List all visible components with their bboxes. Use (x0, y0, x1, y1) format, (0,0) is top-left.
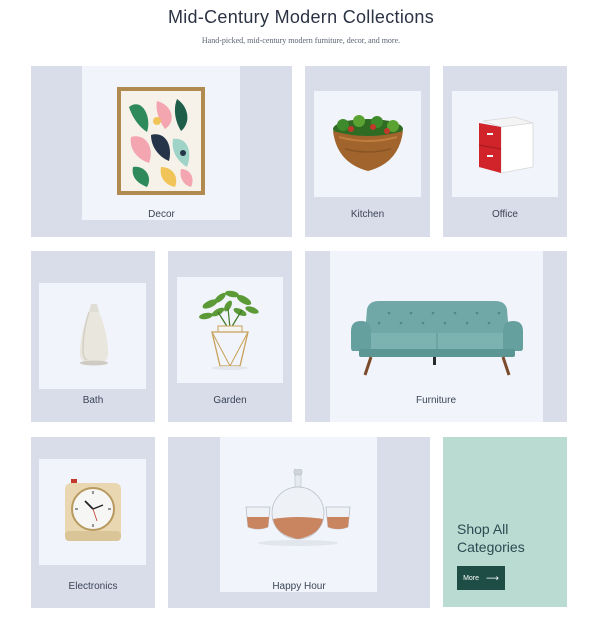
category-tile-office[interactable]: Office (443, 66, 567, 237)
framed-art-image (117, 87, 205, 195)
diffuser-image (79, 304, 109, 366)
category-label-kitchen: Kitchen (350, 209, 385, 220)
category-label-decor: Decor (148, 209, 175, 220)
more-button[interactable]: More ⟶ (457, 566, 505, 590)
category-tile-kitchen[interactable]: Kitchen (305, 66, 430, 237)
salad-bowl-image (333, 115, 403, 171)
arrow-right-icon: ⟶ (486, 572, 499, 583)
category-label-office: Office (492, 209, 518, 220)
page-subtitle: Hand-picked, mid-century modern furnitur… (201, 36, 401, 45)
category-label-happy-hour: Happy Hour (272, 581, 326, 592)
category-tile-electronics[interactable]: Electronics (31, 437, 155, 608)
potted-plant-image (199, 290, 259, 370)
category-label-furniture: Furniture (415, 395, 456, 406)
category-tile-decor[interactable]: Decor (31, 66, 292, 237)
category-tile-furniture[interactable]: Furniture (305, 251, 567, 422)
category-tile-garden[interactable]: Garden (168, 251, 292, 422)
category-label-garden: Garden (213, 395, 247, 406)
category-tile-bath[interactable]: Bath (31, 251, 155, 422)
shop-all-categories-tile[interactable]: Shop All Categories More ⟶ (443, 437, 567, 607)
category-label-bath: Bath (82, 395, 104, 406)
shop-all-categories-text: Shop All Categories (457, 521, 525, 555)
decanter-glasses-image (245, 469, 351, 546)
more-button-label: More (463, 574, 480, 582)
category-label-electronics: Electronics (68, 581, 118, 592)
sofa-image (351, 301, 523, 376)
file-cabinet-image (478, 116, 534, 174)
page-title: Mid-Century Modern Collections (167, 7, 435, 27)
category-tile-happy-hour[interactable]: Happy Hour (168, 437, 430, 608)
alarm-clock-image (65, 479, 121, 541)
